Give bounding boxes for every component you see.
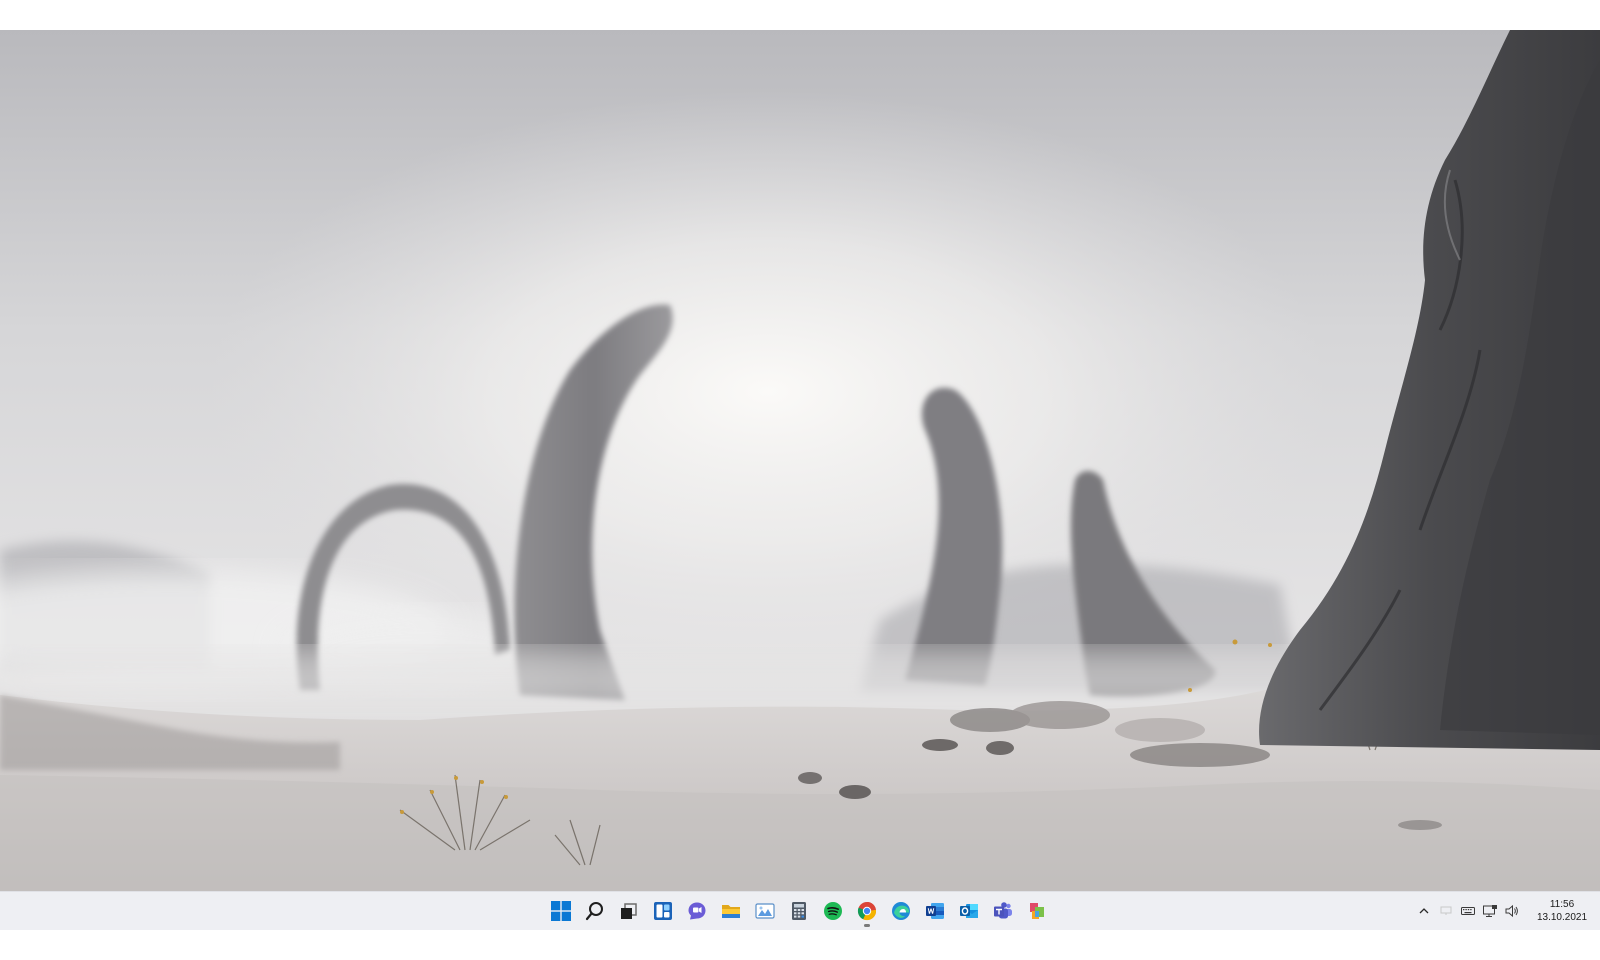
outlook-icon <box>960 904 978 918</box>
task-view-icon <box>621 903 637 919</box>
paint-3d-icon <box>1030 903 1044 919</box>
chrome-icon <box>857 902 876 921</box>
keyboard-tray-button[interactable] <box>1458 901 1478 921</box>
photos-icon <box>755 903 775 919</box>
teams-button[interactable] <box>986 894 1020 928</box>
search-button[interactable] <box>578 894 612 928</box>
taskbar-clock[interactable]: 11:56 13.10.2021 <box>1530 898 1594 924</box>
chrome-button[interactable] <box>850 894 884 928</box>
task-view-button[interactable] <box>612 894 646 928</box>
widgets-icon <box>654 902 672 920</box>
show-hidden-icons-button[interactable] <box>1414 901 1434 921</box>
widgets-button[interactable] <box>646 894 680 928</box>
edge-button[interactable] <box>884 894 918 928</box>
word-icon <box>926 903 944 919</box>
network-tray-button[interactable] <box>1480 901 1500 921</box>
word-button[interactable] <box>918 894 952 928</box>
paint-3d-button[interactable] <box>1020 894 1054 928</box>
photos-button[interactable] <box>748 894 782 928</box>
running-indicator <box>864 924 870 927</box>
desktop-screen: 11:56 13.10.2021 <box>0 30 1600 930</box>
display-icon <box>1440 906 1452 915</box>
windows-logo-icon <box>551 901 571 921</box>
desktop-wallpaper <box>0 30 1600 891</box>
taskbar: 11:56 13.10.2021 <box>0 891 1600 930</box>
calculator-icon <box>792 902 806 920</box>
teams-icon <box>994 902 1012 919</box>
outlook-button[interactable] <box>952 894 986 928</box>
clock-time: 11:56 <box>1549 899 1575 910</box>
clock-date: 13.10.2021 <box>1536 912 1588 923</box>
chat-button[interactable] <box>680 894 714 928</box>
folder-icon <box>722 905 740 918</box>
spotify-button[interactable] <box>816 894 850 928</box>
edge-icon <box>892 902 910 920</box>
network-icon <box>1483 905 1497 917</box>
taskbar-pinned-apps <box>544 892 1054 930</box>
keyboard-icon <box>1461 907 1475 915</box>
calculator-button[interactable] <box>782 894 816 928</box>
system-tray: 11:56 13.10.2021 <box>1414 892 1600 930</box>
spotify-icon <box>824 902 842 920</box>
start-button[interactable] <box>544 894 578 928</box>
display-tray-button[interactable] <box>1436 901 1456 921</box>
volume-icon <box>1505 904 1518 918</box>
volume-tray-button[interactable] <box>1502 901 1522 921</box>
chevron-up-icon <box>1419 908 1429 914</box>
search-icon <box>585 902 603 921</box>
chat-icon <box>688 902 706 920</box>
file-explorer-button[interactable] <box>714 894 748 928</box>
